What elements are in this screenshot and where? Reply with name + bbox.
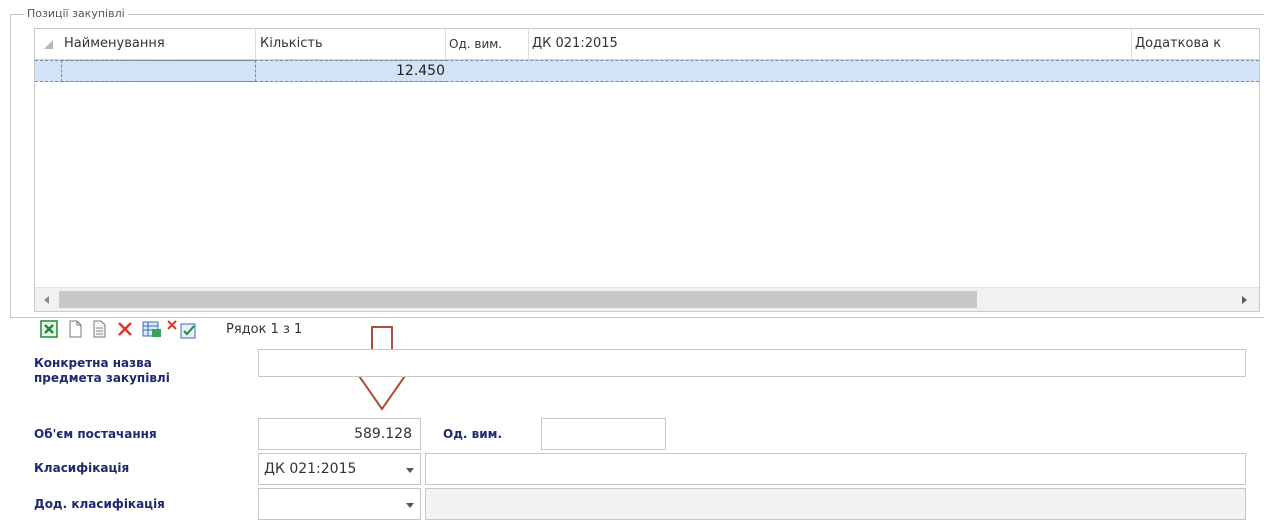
grid-header: Найменування Кількість Од. вим. ДК 021:2…	[35, 29, 1259, 60]
extra-classification-text-field[interactable]	[425, 488, 1246, 520]
new-document-icon[interactable]	[66, 320, 84, 338]
scroll-right-icon[interactable]	[1242, 296, 1247, 304]
column-header-extra[interactable]: Додаткова к	[1135, 29, 1259, 59]
chevron-down-icon[interactable]	[406, 468, 414, 473]
cell-quantity[interactable]: 12.450	[255, 60, 447, 82]
classification-label: Класифікація	[34, 461, 130, 475]
classification-text-field[interactable]	[425, 453, 1246, 485]
scroll-left-icon[interactable]	[44, 296, 49, 304]
accept-check-icon[interactable]	[180, 322, 198, 340]
pager-text: Рядок 1 з 1	[226, 322, 303, 337]
classification-select-value: ДК 021:2015	[264, 461, 357, 477]
specific-name-label: Конкретна назва предмета закупівлі	[34, 356, 170, 385]
extra-classification-label: Дод. класифікація	[34, 497, 165, 511]
horizontal-scrollbar[interactable]	[35, 287, 1259, 311]
column-header-quantity[interactable]: Кількість	[260, 29, 440, 59]
specific-name-field[interactable]	[258, 349, 1246, 377]
volume-label: Об'єм постачання	[34, 427, 157, 441]
column-header-dk[interactable]: ДК 021:2015	[532, 29, 832, 59]
column-header-name[interactable]: Найменування	[64, 29, 249, 59]
table-row[interactable]: 12.450	[35, 60, 1259, 82]
grid-settings-icon[interactable]	[142, 320, 161, 338]
excel-export-icon[interactable]	[40, 320, 58, 338]
column-header-unit[interactable]: Од. вим.	[449, 29, 529, 59]
chevron-down-icon[interactable]	[406, 503, 414, 508]
column-separator[interactable]	[528, 29, 529, 59]
items-grid: Найменування Кількість Од. вим. ДК 021:2…	[34, 28, 1260, 312]
delete-icon[interactable]	[116, 320, 134, 338]
classification-select[interactable]: ДК 021:2015	[258, 453, 421, 485]
column-separator[interactable]	[1131, 29, 1132, 59]
extra-classification-select[interactable]	[258, 488, 421, 520]
scrollbar-thumb[interactable]	[59, 291, 977, 308]
copy-document-icon[interactable]	[90, 320, 108, 338]
cell-name[interactable]	[61, 60, 256, 82]
unit-field[interactable]	[541, 418, 666, 450]
cell-quantity-text: 12.450	[396, 63, 445, 79]
unit-label: Од. вим.	[443, 427, 502, 441]
volume-field[interactable]: 589.128	[258, 418, 421, 450]
sort-indicator-icon[interactable]	[44, 40, 53, 49]
column-separator[interactable]	[255, 29, 256, 59]
section-title: Позиції закупівлі	[24, 7, 128, 21]
column-separator[interactable]	[445, 29, 446, 59]
